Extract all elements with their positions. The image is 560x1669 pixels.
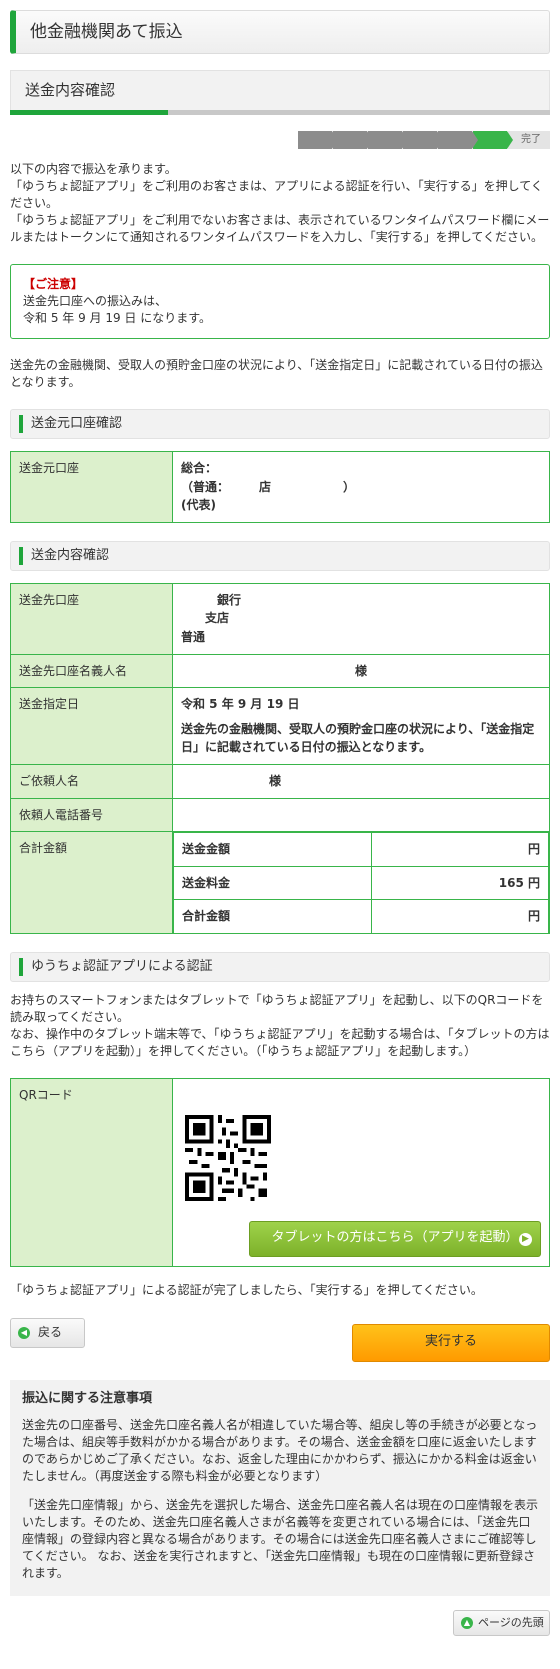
qr-cell: タブレットの方はこちら（アプリを起動） ▶ bbox=[172, 1077, 550, 1267]
fee-value: 165 円 bbox=[370, 865, 550, 901]
caution-box: 振込に関する注意事項 送金先の口座番号、送金先口座名義人名が相違していた場合等、… bbox=[10, 1379, 550, 1596]
total-label: 合計金額 bbox=[10, 831, 173, 934]
dest-branch: 支店 bbox=[205, 611, 230, 626]
date-value-cell: 令和 5 年 9 月 19 日 送金先の金融機関、受取人の預貯金口座の状況により… bbox=[172, 687, 550, 765]
step-3 bbox=[368, 131, 408, 149]
dest-account-label: 送金先口座 bbox=[10, 582, 173, 655]
qr-code-icon bbox=[185, 1114, 271, 1201]
detail-table: 送金先口座 銀行 支店 普通 送金先口座名義人名 様 送金指定日 令和 5 年 … bbox=[10, 582, 550, 934]
requester-value: 様 bbox=[172, 763, 550, 799]
table-row: 送金指定日 令和 5 年 9 月 19 日 送金先の金融機関、受取人の預貯金口座… bbox=[10, 687, 550, 765]
qr-table: QRコード タブレットの方はこちら（アプリを起動） ▶ bbox=[10, 1077, 550, 1267]
amount-label: 送金金額 bbox=[173, 832, 372, 867]
section-heading-text: 送金元口座確認 bbox=[31, 415, 123, 431]
section-heading-text: 送金内容確認 bbox=[31, 547, 110, 563]
back-button-label: 戻る bbox=[38, 1325, 63, 1340]
launch-app-button[interactable]: タブレットの方はこちら（アプリを起動） ▶ bbox=[249, 1220, 541, 1257]
caution-paragraph: 「送金先口座情報」から、送金先を選択した場合、送金先口座名義人名は現在の口座情報… bbox=[22, 1497, 539, 1580]
table-row: QRコード タブレットの方はこちら（アプリを起動） ▶ bbox=[10, 1077, 550, 1267]
source-account-line: （普通： 店 ） bbox=[181, 479, 356, 494]
step-2 bbox=[333, 131, 373, 149]
phone-label: 依頼人電話番号 bbox=[10, 797, 173, 833]
step-current bbox=[473, 131, 513, 149]
page-top-label: ページの先頭 bbox=[478, 1615, 544, 1629]
section-heading-auth: ゆうちょ認証アプリによる認証 bbox=[10, 951, 550, 982]
table-row: 送金先口座 銀行 支店 普通 bbox=[10, 582, 550, 655]
execute-button-label: 実行する bbox=[424, 1334, 477, 1350]
page-top-button[interactable]: ▲ ページの先頭 bbox=[453, 1609, 550, 1636]
phone-value bbox=[172, 797, 550, 833]
after-auth-text: 「ゆうちょ認証アプリ」による認証が完了しましたら、「実行する」を押してください。 bbox=[10, 1282, 483, 1297]
dest-bank: 銀行 bbox=[217, 592, 242, 607]
intro-text: 以下の内容で振込を承ります。 「ゆうちょ認証アプリ」をご利用のお客さまは、アプリ… bbox=[10, 161, 550, 246]
sum-value: 円 bbox=[370, 899, 550, 933]
table-row: ご依頼人名 様 bbox=[10, 763, 550, 799]
auth-text-line: なお、操作中のタブレット端末等で、「ゆうちょ認証アプリ」を起動する場合は、「タブ… bbox=[10, 1026, 550, 1058]
section-heading-source: 送金元口座確認 bbox=[10, 409, 550, 439]
page-top-row: ▲ ページの先頭 bbox=[10, 1609, 550, 1646]
amount-breakdown: 送金金額 円 送金料金 165 円 合計金額 円 bbox=[173, 832, 550, 933]
qr-label: QRコード bbox=[10, 1077, 173, 1267]
table-row: 合計金額 円 bbox=[173, 899, 550, 933]
section-marker bbox=[19, 546, 23, 565]
date-note: 送金先の金融機関、受取人の預貯金口座の状況により、「送金指定日」に記載されている… bbox=[181, 721, 535, 755]
date-value: 令和 5 年 9 月 19 日 bbox=[181, 697, 300, 712]
sub-title-progress bbox=[10, 110, 550, 115]
date-label: 送金指定日 bbox=[10, 687, 173, 765]
step-indicator: 完了 bbox=[10, 131, 550, 149]
launch-app-button-label: タブレットの方はこちら（アプリを起動） bbox=[271, 1230, 519, 1246]
dest-account-value: 銀行 支店 普通 bbox=[172, 582, 550, 655]
arrow-right-icon: ▶ bbox=[519, 1232, 532, 1246]
source-account-value: 総合： （普通： 店 ） (代表) bbox=[172, 451, 550, 523]
table-row: 依頼人電話番号 bbox=[10, 797, 550, 833]
caution-title: 振込に関する注意事項 bbox=[22, 1390, 153, 1406]
arrow-up-icon: ▲ bbox=[461, 1616, 473, 1629]
step-4 bbox=[403, 131, 443, 149]
auth-text: お持ちのスマートフォンまたはタブレットで「ゆうちょ認証アプリ」を起動し、以下のQ… bbox=[10, 992, 550, 1060]
auth-text-line: お持ちのスマートフォンまたはタブレットで「ゆうちょ認証アプリ」を起動し、以下のQ… bbox=[10, 992, 544, 1024]
section-heading-detail: 送金内容確認 bbox=[10, 540, 550, 571]
source-account-label: 送金元口座 bbox=[10, 451, 173, 523]
arrow-left-icon: ◀ bbox=[18, 1326, 30, 1339]
section-heading-text: ゆうちょ認証アプリによる認証 bbox=[31, 958, 213, 974]
sub-title: 送金内容確認 bbox=[10, 70, 550, 110]
intro-line: 「ゆうちょ認証アプリ」をご利用でないお客さまは、表示されているワンタイムパスワー… bbox=[10, 213, 550, 244]
table-row: 送金元口座 総合： （普通： 店 ） (代表) bbox=[10, 451, 550, 523]
holder-value: 様 bbox=[172, 653, 550, 689]
notice-box: 【ご注意】 送金先口座への振込みは、 令和 5 年 9 月 19 日 になります… bbox=[10, 264, 550, 339]
sum-label: 合計金額 bbox=[173, 899, 372, 933]
step-5 bbox=[438, 131, 478, 149]
intro-line: 以下の内容で振込を承ります。 bbox=[10, 162, 177, 176]
page-title-bar: 他金融機関あて振込 bbox=[10, 10, 550, 54]
step-done: 完了 bbox=[508, 131, 550, 149]
schedule-note: 送金先の金融機関、受取人の預貯金口座の状況により、「送金指定日」に記載されている… bbox=[10, 358, 543, 389]
fee-label: 送金料金 bbox=[173, 865, 372, 901]
source-account-table: 送金元口座 総合： （普通： 店 ） (代表) bbox=[10, 451, 550, 523]
notice-line: 令和 5 年 9 月 19 日 になります。 bbox=[23, 311, 212, 325]
total-cell: 送金金額 円 送金料金 165 円 合計金額 円 bbox=[172, 831, 550, 934]
table-row: 送金金額 円 bbox=[173, 832, 550, 867]
intro-line: 「ゆうちょ認証アプリ」をご利用のお客さまは、アプリによる認証を行い、「実行する」… bbox=[10, 179, 543, 210]
requester-label: ご依頼人名 bbox=[10, 763, 173, 799]
notice-title: 【ご注意】 bbox=[23, 277, 84, 291]
back-button[interactable]: ◀ 戻る bbox=[10, 1317, 85, 1348]
dest-type: 普通 bbox=[181, 629, 206, 644]
source-account-line: 総合： bbox=[181, 461, 218, 475]
caution-paragraph: 送金先の口座番号、送金先口座名義人名が相違していた場合等、組戻し等の手続きが必要… bbox=[22, 1417, 538, 1483]
table-row: 送金先口座名義人名 様 bbox=[10, 653, 550, 689]
source-account-line: (代表) bbox=[181, 498, 216, 513]
step-1 bbox=[298, 131, 338, 149]
section-marker bbox=[19, 415, 23, 433]
holder-label: 送金先口座名義人名 bbox=[10, 653, 173, 689]
execute-button[interactable]: 実行する bbox=[352, 1323, 550, 1362]
action-buttons: ◀ 戻る 実行する bbox=[10, 1317, 550, 1362]
table-row: 送金料金 165 円 bbox=[173, 865, 550, 901]
page-title: 他金融機関あて振込 bbox=[30, 21, 183, 42]
amount-value: 円 bbox=[370, 832, 550, 867]
notice-line: 送金先口座への振込みは、 bbox=[23, 294, 168, 308]
table-row: 合計金額 送金金額 円 送金料金 165 円 合計金額 円 bbox=[10, 831, 550, 934]
section-marker bbox=[19, 957, 23, 976]
